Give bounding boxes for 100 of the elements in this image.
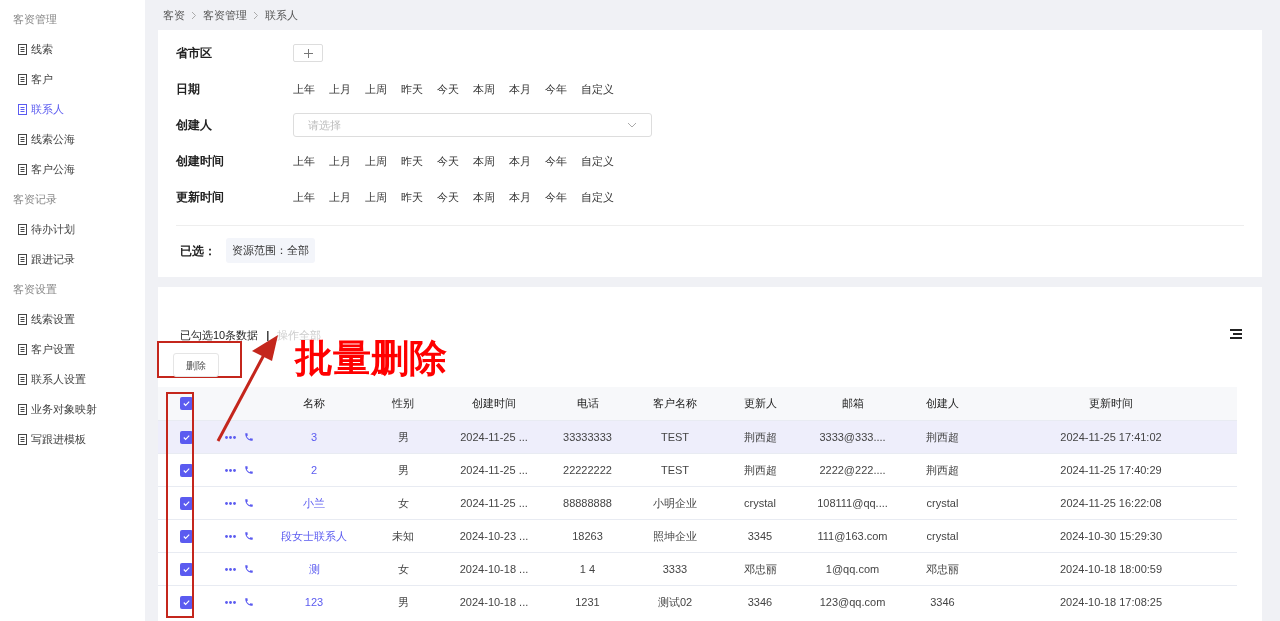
date-option[interactable]: 本月 bbox=[509, 80, 531, 98]
table-row[interactable]: 3 男 2024-11-25 ... 33333333 TEST 荆西超 3333@333.... 荆西超 2024-11-25 17:41:02 bbox=[158, 420, 1237, 453]
contact-name-link[interactable]: 3 bbox=[270, 428, 358, 446]
sidebar-item[interactable]: 写跟进模板 bbox=[0, 424, 145, 454]
date-option[interactable]: 自定义 bbox=[581, 80, 614, 98]
more-icon[interactable] bbox=[225, 600, 236, 604]
contact-name-link[interactable]: 测 bbox=[270, 560, 358, 578]
contact-name-link[interactable]: 小兰 bbox=[270, 494, 358, 512]
breadcrumb-item[interactable]: 客资管理 bbox=[203, 6, 247, 24]
sidebar-item[interactable]: 联系人 bbox=[0, 94, 145, 124]
plus-icon bbox=[303, 48, 313, 58]
date-option[interactable]: 上周 bbox=[365, 80, 387, 98]
document-icon bbox=[18, 223, 27, 235]
date-option[interactable]: 昨天 bbox=[401, 80, 423, 98]
sidebar-item[interactable]: 线索公海 bbox=[0, 124, 145, 154]
table-cell-text: TEST bbox=[659, 462, 691, 478]
sidebar-item[interactable]: 线索设置 bbox=[0, 304, 145, 334]
date-option[interactable]: 本月 bbox=[509, 188, 531, 206]
phone-icon[interactable] bbox=[244, 465, 254, 475]
contact-name-link[interactable]: 123 bbox=[270, 593, 358, 611]
sidebar-item[interactable]: 跟进记录 bbox=[0, 244, 145, 274]
table-cell-text: 3345 bbox=[746, 528, 774, 544]
date-option[interactable]: 上月 bbox=[329, 80, 351, 98]
column-header[interactable]: 创建时间 bbox=[448, 395, 540, 412]
date-option[interactable]: 昨天 bbox=[401, 188, 423, 206]
table-cell-text: 18263 bbox=[571, 528, 604, 544]
document-icon bbox=[18, 433, 27, 445]
column-header[interactable]: 电话 bbox=[540, 395, 635, 412]
more-icon[interactable] bbox=[225, 567, 236, 571]
date-option[interactable]: 本周 bbox=[473, 80, 495, 98]
table-cell-text: 3346 bbox=[929, 594, 956, 610]
breadcrumb-item[interactable]: 客资 bbox=[163, 6, 185, 24]
date-option[interactable]: 今天 bbox=[437, 188, 459, 206]
more-icon[interactable] bbox=[225, 501, 236, 505]
date-option[interactable]: 今天 bbox=[437, 152, 459, 170]
date-option[interactable]: 上月 bbox=[329, 188, 351, 206]
column-header[interactable]: 性别 bbox=[358, 395, 448, 412]
add-button[interactable] bbox=[293, 44, 323, 62]
filter-label: 创建时间 bbox=[176, 153, 225, 170]
separator: | bbox=[266, 327, 270, 343]
sidebar-item[interactable]: 客户公海 bbox=[0, 154, 145, 184]
phone-icon[interactable] bbox=[244, 498, 254, 508]
date-option[interactable]: 今年 bbox=[545, 152, 567, 170]
annotation-text: 批量删除 bbox=[295, 339, 447, 377]
table-cell-text: 男 bbox=[396, 594, 410, 610]
phone-icon[interactable] bbox=[244, 531, 254, 541]
date-option[interactable]: 上周 bbox=[365, 188, 387, 206]
date-option[interactable]: 昨天 bbox=[401, 152, 423, 170]
column-header[interactable]: 更新人 bbox=[715, 395, 805, 412]
sidebar-item[interactable]: 业务对象映射 bbox=[0, 394, 145, 424]
chevron-right-icon bbox=[191, 10, 197, 20]
table-cell-text: TEST bbox=[659, 429, 691, 445]
table-cell-text: 邓忠丽 bbox=[742, 561, 778, 577]
sidebar-item[interactable]: 待办计划 bbox=[0, 214, 145, 244]
phone-icon[interactable] bbox=[244, 564, 254, 574]
document-icon bbox=[18, 43, 27, 55]
date-option[interactable]: 本周 bbox=[473, 152, 495, 170]
sidebar-item[interactable]: 联系人设置 bbox=[0, 364, 145, 394]
phone-icon[interactable] bbox=[244, 432, 254, 442]
date-option[interactable]: 本周 bbox=[473, 188, 495, 206]
sidebar-item[interactable]: 客户 bbox=[0, 64, 145, 94]
date-option[interactable]: 今年 bbox=[545, 188, 567, 206]
date-option[interactable]: 自定义 bbox=[581, 188, 614, 206]
date-option[interactable]: 本月 bbox=[509, 152, 531, 170]
table-cell-text: 2024-11-25 ... bbox=[459, 495, 529, 511]
more-icon[interactable] bbox=[225, 435, 236, 439]
document-icon bbox=[18, 103, 27, 115]
more-icon[interactable] bbox=[225, 534, 236, 538]
table-cell-text: 女 bbox=[396, 495, 410, 511]
breadcrumb-item[interactable]: 联系人 bbox=[265, 6, 298, 24]
contact-name-link[interactable]: 段女士联系人 bbox=[270, 527, 358, 545]
date-option[interactable]: 今天 bbox=[437, 80, 459, 98]
contact-name-link[interactable]: 2 bbox=[270, 461, 358, 479]
column-header[interactable]: 客户名称 bbox=[635, 395, 715, 412]
date-option[interactable]: 上月 bbox=[329, 152, 351, 170]
date-option[interactable]: 上周 bbox=[365, 152, 387, 170]
column-header[interactable]: 名称 bbox=[270, 395, 358, 412]
date-option[interactable]: 今年 bbox=[545, 80, 567, 98]
phone-icon[interactable] bbox=[244, 597, 254, 607]
table-cell-text: 荆西超 bbox=[742, 462, 778, 478]
column-header[interactable]: 更新时间 bbox=[985, 395, 1237, 412]
chevron-down-icon bbox=[627, 122, 637, 128]
delete-button[interactable]: 删除 bbox=[173, 353, 219, 377]
check-icon bbox=[182, 432, 191, 442]
sidebar-item[interactable]: 客户设置 bbox=[0, 334, 145, 364]
table-cell-text: 2024-10-18 17:08:25 bbox=[1058, 594, 1164, 610]
date-option[interactable]: 上年 bbox=[293, 80, 315, 98]
date-option[interactable]: 上年 bbox=[293, 188, 315, 206]
more-icon[interactable] bbox=[225, 468, 236, 472]
table-cell-text: 男 bbox=[396, 462, 410, 478]
column-header[interactable]: 创建人 bbox=[900, 395, 985, 412]
sidebar-item[interactable]: 线索 bbox=[0, 34, 145, 64]
table-cell-text: 2024-11-25 17:41:02 bbox=[1059, 429, 1163, 445]
menu-icon[interactable] bbox=[1230, 329, 1242, 339]
table-cell-text: 未知 bbox=[391, 528, 415, 544]
filter-tag[interactable]: 资源范围：全部 bbox=[226, 238, 315, 263]
column-header[interactable]: 邮箱 bbox=[805, 395, 900, 412]
date-option[interactable]: 上年 bbox=[293, 152, 315, 170]
table-cell-text: 111@163.com bbox=[816, 528, 889, 544]
date-option[interactable]: 自定义 bbox=[581, 152, 614, 170]
